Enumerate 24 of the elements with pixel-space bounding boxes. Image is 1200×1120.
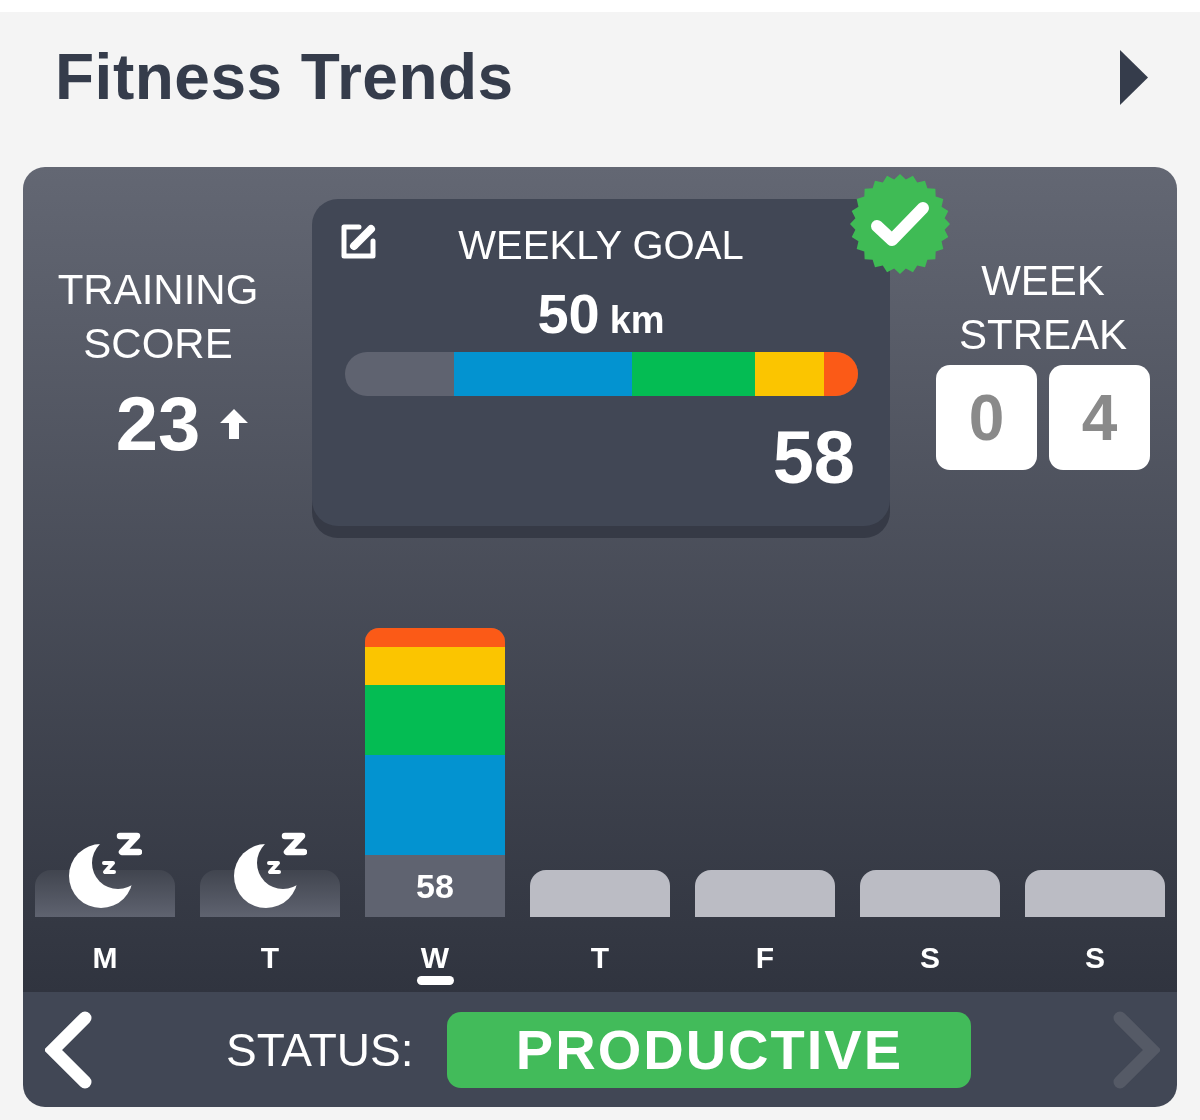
day-label[interactable]: T [590,943,610,973]
day-label[interactable]: M [92,943,118,973]
page-title: Fitness Trends [55,45,514,109]
training-score-value: 23 [115,386,201,462]
day-value: 58 [416,869,454,904]
chevron-left-icon[interactable] [45,1010,93,1089]
day-label[interactable]: F [755,943,775,973]
moon-icon [66,832,142,908]
day-label[interactable]: S [1085,943,1105,973]
streak-digit: 4 [1049,365,1150,470]
goal-target-value: 50 [537,286,600,342]
status-badge: PRODUCTIVE [447,1011,972,1088]
day-label[interactable]: S [920,943,940,973]
streak-digit: 0 [936,365,1037,470]
day-label[interactable]: T [260,943,280,973]
day-label[interactable]: W [416,943,454,985]
status-label: STATUS: [226,1026,414,1073]
caret-right-icon[interactable] [1120,50,1148,105]
week-streak-label: WEEK STREAK [957,256,1128,360]
training-score-label: TRAINING SCORE [56,265,260,369]
weekly-goal-title: WEEKLY GOAL [458,222,744,269]
moon-icon [231,832,307,908]
goal-total-value: 58 [772,421,855,495]
goal-target-unit: km [609,301,665,339]
